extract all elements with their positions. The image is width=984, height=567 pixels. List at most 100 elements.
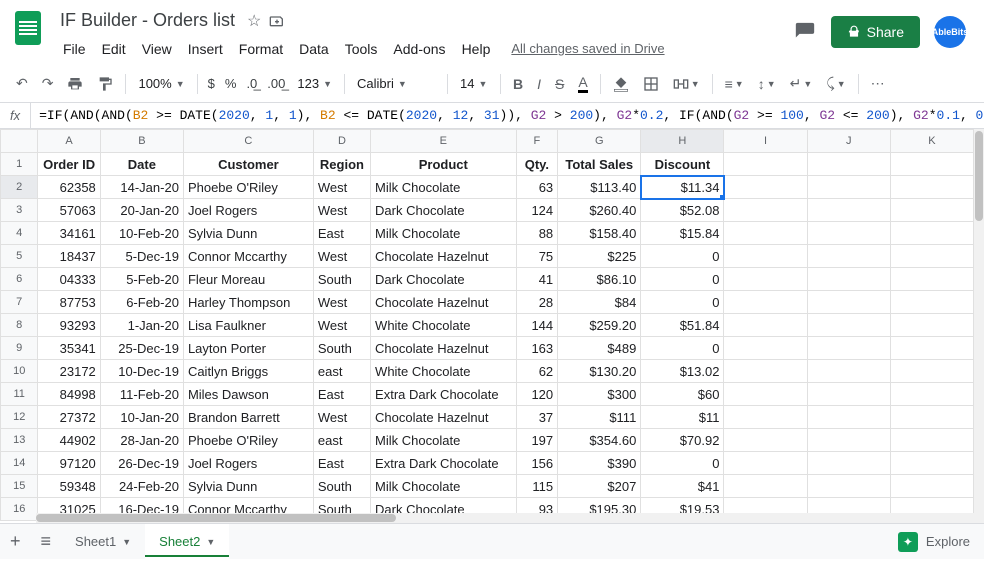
explore-button[interactable]: Explore — [884, 526, 984, 558]
menu-data[interactable]: Data — [292, 37, 336, 61]
cell[interactable]: 35341 — [38, 337, 100, 360]
cell[interactable]: Region — [313, 153, 370, 176]
all-sheets-button[interactable]: ≡ — [31, 523, 62, 560]
cell[interactable] — [890, 176, 973, 199]
cell[interactable]: 97120 — [38, 452, 100, 475]
cell[interactable]: 28 — [516, 291, 558, 314]
cell[interactable]: Chocolate Hazelnut — [371, 245, 517, 268]
cell[interactable]: $13.02 — [641, 360, 724, 383]
cell[interactable] — [807, 268, 890, 291]
cell[interactable]: West — [313, 199, 370, 222]
cell[interactable]: South — [313, 268, 370, 291]
cell[interactable]: Extra Dark Chocolate — [371, 452, 517, 475]
cell[interactable] — [807, 406, 890, 429]
cell[interactable] — [724, 475, 807, 498]
cell[interactable]: Milk Chocolate — [371, 475, 517, 498]
v-align-button[interactable]: ↕▼ — [752, 71, 782, 97]
cell[interactable] — [724, 360, 807, 383]
cell[interactable] — [890, 199, 973, 222]
account-avatar[interactable]: AbleBits — [934, 16, 966, 48]
cell[interactable] — [890, 222, 973, 245]
cell[interactable]: $225 — [558, 245, 641, 268]
menu-help[interactable]: Help — [455, 37, 498, 61]
fill-color-button[interactable] — [607, 71, 635, 97]
cell[interactable]: West — [313, 176, 370, 199]
cell[interactable]: Phoebe O'Riley — [183, 429, 313, 452]
cell[interactable]: 5-Dec-19 — [100, 245, 183, 268]
cell[interactable]: $86.10 — [558, 268, 641, 291]
cell[interactable]: 20-Jan-20 — [100, 199, 183, 222]
cell[interactable]: 28-Jan-20 — [100, 429, 183, 452]
cell[interactable]: 1-Jan-20 — [100, 314, 183, 337]
cell[interactable] — [807, 383, 890, 406]
row-header-1[interactable]: 1 — [1, 153, 38, 176]
cell[interactable]: 59348 — [38, 475, 100, 498]
cell[interactable]: 11-Feb-20 — [100, 383, 183, 406]
cell[interactable] — [890, 291, 973, 314]
row-header-5[interactable]: 5 — [1, 245, 38, 268]
h-align-button[interactable]: ≡▼ — [719, 71, 750, 97]
cell[interactable]: $41 — [641, 475, 724, 498]
cell[interactable] — [724, 383, 807, 406]
cell[interactable]: Qty. — [516, 153, 558, 176]
cell[interactable]: West — [313, 245, 370, 268]
cell[interactable]: 44902 — [38, 429, 100, 452]
cell[interactable]: $354.60 — [558, 429, 641, 452]
merge-button[interactable]: ▼ — [667, 71, 706, 97]
cell[interactable]: 88 — [516, 222, 558, 245]
row-header-16[interactable]: 16 — [1, 498, 38, 521]
cell[interactable]: 34161 — [38, 222, 100, 245]
cell[interactable]: 0 — [641, 452, 724, 475]
cell[interactable]: Brandon Barrett — [183, 406, 313, 429]
cell[interactable] — [724, 406, 807, 429]
cell[interactable]: 57063 — [38, 199, 100, 222]
col-header-K[interactable]: K — [890, 130, 973, 153]
cell[interactable]: 0 — [641, 291, 724, 314]
menu-edit[interactable]: Edit — [95, 37, 133, 61]
cell[interactable]: West — [313, 291, 370, 314]
menu-add-ons[interactable]: Add-ons — [386, 37, 452, 61]
vertical-scrollbar[interactable] — [974, 129, 984, 523]
cell[interactable]: Total Sales — [558, 153, 641, 176]
borders-button[interactable] — [637, 71, 665, 97]
cell[interactable] — [890, 268, 973, 291]
cell[interactable]: 0 — [641, 268, 724, 291]
cell[interactable] — [724, 429, 807, 452]
col-header-C[interactable]: C — [183, 130, 313, 153]
row-header-13[interactable]: 13 — [1, 429, 38, 452]
cell[interactable]: Joel Rogers — [183, 452, 313, 475]
cell[interactable]: Layton Porter — [183, 337, 313, 360]
cell[interactable]: $111 — [558, 406, 641, 429]
cell[interactable]: 197 — [516, 429, 558, 452]
col-header-E[interactable]: E — [371, 130, 517, 153]
select-all-corner[interactable] — [1, 130, 38, 153]
col-header-A[interactable]: A — [38, 130, 100, 153]
cell[interactable]: 10-Dec-19 — [100, 360, 183, 383]
redo-button[interactable]: ↷ — [36, 70, 60, 97]
print-button[interactable] — [61, 71, 89, 97]
row-header-3[interactable]: 3 — [1, 199, 38, 222]
cell[interactable]: Customer — [183, 153, 313, 176]
cell[interactable] — [890, 314, 973, 337]
cell[interactable]: Joel Rogers — [183, 199, 313, 222]
paint-format-button[interactable] — [91, 71, 119, 97]
cell[interactable]: 41 — [516, 268, 558, 291]
col-header-I[interactable]: I — [724, 130, 807, 153]
cell[interactable]: 84998 — [38, 383, 100, 406]
cell[interactable] — [807, 199, 890, 222]
cell[interactable] — [724, 337, 807, 360]
cell[interactable]: 5-Feb-20 — [100, 268, 183, 291]
cell[interactable]: Product — [371, 153, 517, 176]
col-header-G[interactable]: G — [558, 130, 641, 153]
cell[interactable]: Dark Chocolate — [371, 199, 517, 222]
add-sheet-button[interactable]: + — [0, 523, 31, 560]
cell[interactable]: West — [313, 406, 370, 429]
cell[interactable]: $158.40 — [558, 222, 641, 245]
cell[interactable]: 0 — [641, 337, 724, 360]
cell[interactable]: $489 — [558, 337, 641, 360]
currency-button[interactable]: $ — [204, 76, 219, 91]
cell[interactable] — [807, 291, 890, 314]
cell[interactable] — [807, 176, 890, 199]
decrease-decimal-button[interactable]: .0̲ — [242, 76, 261, 91]
cell[interactable]: Lisa Faulkner — [183, 314, 313, 337]
